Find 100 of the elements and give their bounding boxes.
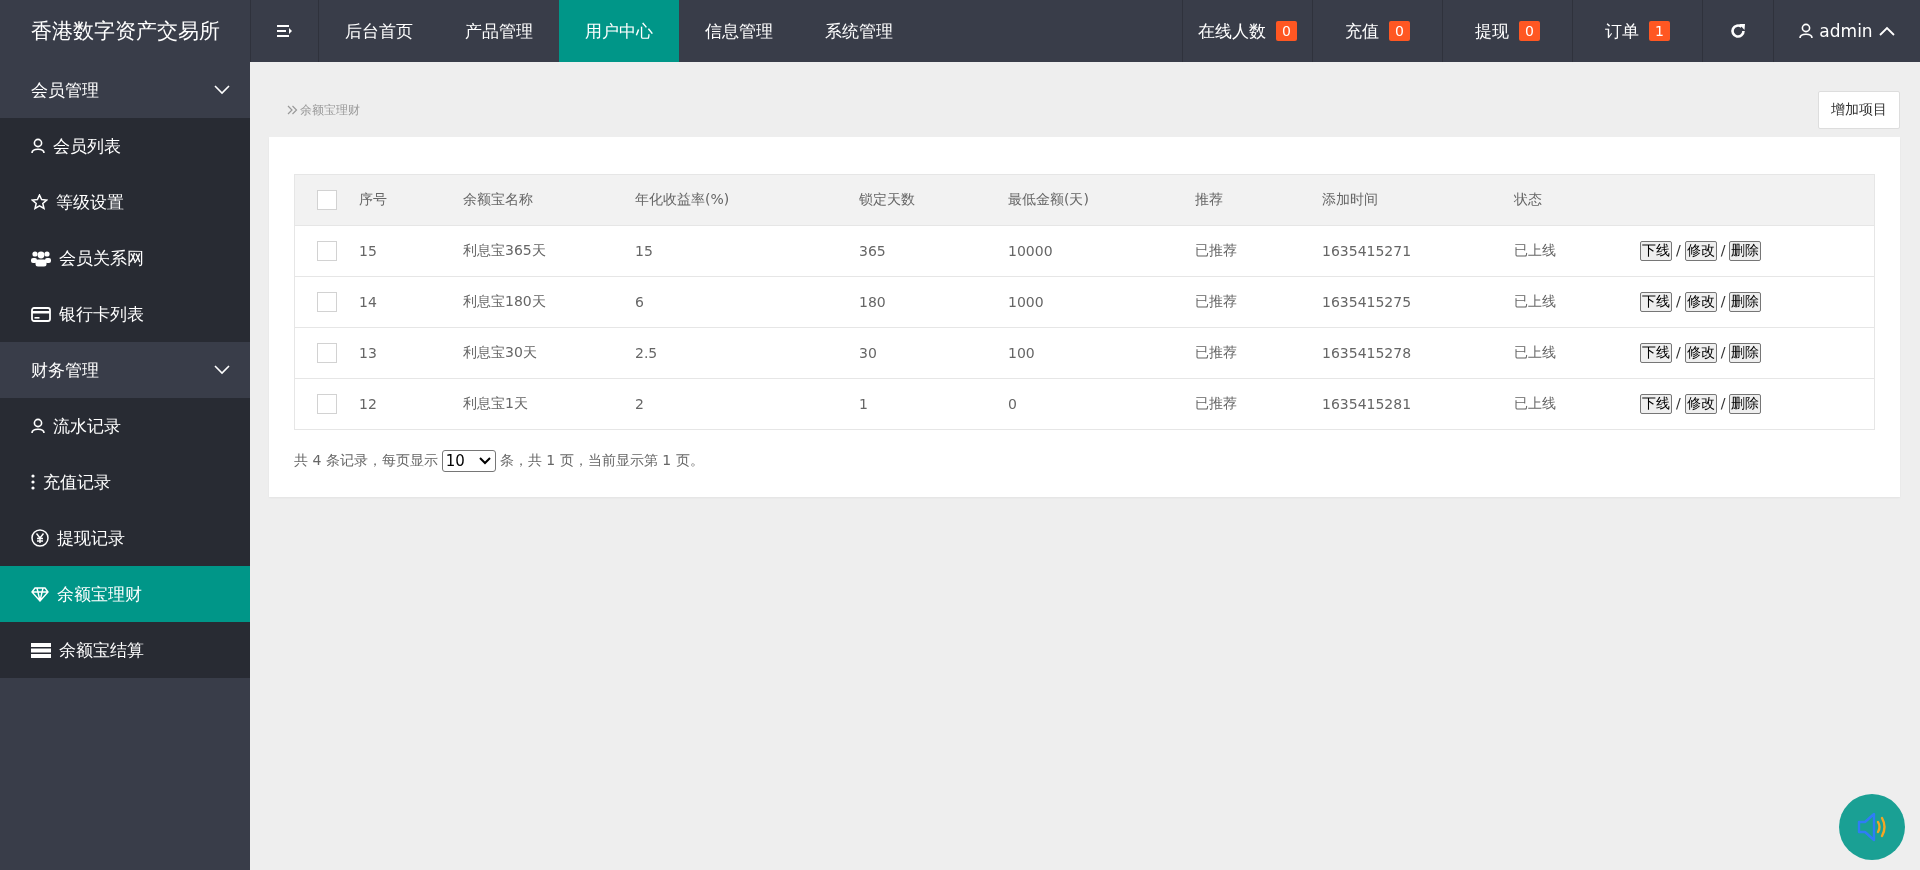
counter-link[interactable]: 充值 0 xyxy=(1312,0,1442,62)
user-icon xyxy=(31,138,45,154)
row-checkbox[interactable] xyxy=(316,394,337,414)
table-cell: 6 xyxy=(635,294,644,310)
column-header: 锁定天数 xyxy=(859,191,915,207)
sidebar-item[interactable]: 充值记录 xyxy=(0,454,250,510)
speaker-icon xyxy=(1855,810,1889,844)
users-icon xyxy=(31,249,51,267)
table-cell: 已推荐 xyxy=(1195,344,1237,360)
table-cell: 已上线 xyxy=(1514,395,1556,411)
action-button[interactable]: 删除 xyxy=(1729,292,1762,312)
table-cell: 14 xyxy=(359,294,377,310)
column-header: 序号 xyxy=(359,191,387,207)
row-checkbox[interactable] xyxy=(316,241,337,261)
separator: / xyxy=(1676,242,1681,258)
count-badge: 1 xyxy=(1649,21,1670,41)
action-button[interactable]: 修改 xyxy=(1684,241,1717,261)
sidebar-item[interactable]: 等级设置 xyxy=(0,174,250,230)
action-button[interactable]: 修改 xyxy=(1684,394,1717,414)
table-cell: 365 xyxy=(859,243,886,259)
select-all-checkbox[interactable] xyxy=(316,190,337,210)
card-icon xyxy=(31,306,51,322)
table-cell: 100 xyxy=(1008,345,1035,361)
table-cell: 已推荐 xyxy=(1195,293,1237,309)
action-button[interactable]: 删除 xyxy=(1729,343,1762,363)
double-chevron-icon xyxy=(287,105,298,115)
table-cell: 12 xyxy=(359,396,377,412)
table-cell: 13 xyxy=(359,345,377,361)
table-cell: 30 xyxy=(859,345,877,361)
user-icon xyxy=(31,418,45,434)
table-cell: 已上线 xyxy=(1514,293,1556,309)
action-button[interactable]: 下线 xyxy=(1640,394,1672,414)
column-header: 推荐 xyxy=(1195,191,1223,207)
diamond-icon xyxy=(31,586,49,602)
counter-link[interactable]: 提现 0 xyxy=(1442,0,1572,62)
separator: / xyxy=(1720,395,1726,411)
add-project-button[interactable]: 增加项目 xyxy=(1818,91,1900,129)
action-button[interactable]: 下线 xyxy=(1640,241,1672,261)
table-cell: 已推荐 xyxy=(1195,395,1237,411)
record-count: 共 4 条记录，每页显示 xyxy=(294,452,438,470)
column-header: 添加时间 xyxy=(1322,191,1378,207)
row-checkbox[interactable] xyxy=(316,292,337,312)
column-header: 年化收益率(%) xyxy=(635,191,730,207)
table-cell: 180 xyxy=(859,294,886,310)
table-cell: 1635415281 xyxy=(1322,396,1412,412)
sidebar-item[interactable]: 余额宝理财 xyxy=(0,566,250,622)
nav-tab[interactable]: 后台首页 xyxy=(319,0,439,62)
sidebar-item[interactable]: 银行卡列表 xyxy=(0,286,250,342)
table-cell: 2.5 xyxy=(635,345,658,361)
sidebar-item[interactable]: 余额宝结算 xyxy=(0,622,250,678)
separator: / xyxy=(1720,344,1726,360)
table-cell: 1635415271 xyxy=(1322,243,1412,259)
action-button[interactable]: 删除 xyxy=(1729,394,1762,414)
sidebar-item[interactable]: 会员列表 xyxy=(0,118,250,174)
separator: / xyxy=(1676,293,1681,309)
table-cell: 利息宝180天 xyxy=(463,293,546,309)
action-button[interactable]: 下线 xyxy=(1640,343,1672,363)
nav-tab[interactable]: 系统管理 xyxy=(799,0,919,62)
counter-link[interactable]: 在线人数 0 xyxy=(1182,0,1312,62)
table-cell: 利息宝1天 xyxy=(463,395,528,411)
user-menu[interactable]: admin xyxy=(1773,0,1920,62)
separator: / xyxy=(1676,344,1681,360)
chevron-icon xyxy=(478,457,491,465)
table-cell: 0 xyxy=(1008,396,1017,412)
column-header: 最低金额(天) xyxy=(1008,191,1089,207)
table-cell: 利息宝365天 xyxy=(463,242,546,258)
table-cell: 1000 xyxy=(1008,294,1044,310)
table-cell: 1635415275 xyxy=(1322,294,1412,310)
page-info: 条，共 1 页，当前显示第 1 页。 xyxy=(499,452,704,470)
action-button[interactable]: 下线 xyxy=(1640,292,1672,312)
action-button[interactable]: 修改 xyxy=(1684,292,1717,312)
star-icon xyxy=(31,194,48,210)
chevron-icon xyxy=(214,365,230,375)
table-cell: 已上线 xyxy=(1514,344,1556,360)
table-cell: 2 xyxy=(635,396,644,412)
action-button[interactable]: 修改 xyxy=(1684,343,1717,363)
table-cell: 1 xyxy=(859,396,868,412)
user-icon xyxy=(1799,23,1814,39)
row-checkbox[interactable] xyxy=(316,343,337,363)
action-button[interactable]: 删除 xyxy=(1729,241,1762,261)
nav-tab[interactable]: 产品管理 xyxy=(439,0,559,62)
table-cell: 10000 xyxy=(1008,243,1053,259)
more-icon xyxy=(31,474,35,490)
table-cell: 已推荐 xyxy=(1195,242,1237,258)
table-cell: 1635415278 xyxy=(1322,345,1412,361)
table-cell: 15 xyxy=(635,243,653,259)
server-icon xyxy=(31,642,51,658)
count-badge: 0 xyxy=(1519,21,1540,41)
separator: / xyxy=(1720,293,1726,309)
table-cell: 已上线 xyxy=(1514,242,1556,258)
page-size-select[interactable]: 10 xyxy=(441,450,496,472)
column-header: 余额宝名称 xyxy=(463,191,533,207)
sidebar-item[interactable]: 提现记录 xyxy=(0,510,250,566)
nav-tab[interactable]: 用户中心 xyxy=(559,0,679,62)
counter-link[interactable]: 订单 1 xyxy=(1572,0,1702,62)
separator: / xyxy=(1720,242,1726,258)
nav-tab[interactable]: 信息管理 xyxy=(679,0,799,62)
table-cell: 15 xyxy=(359,243,377,259)
sidebar-item[interactable]: 会员关系网 xyxy=(0,230,250,286)
sidebar-item[interactable]: 流水记录 xyxy=(0,398,250,454)
